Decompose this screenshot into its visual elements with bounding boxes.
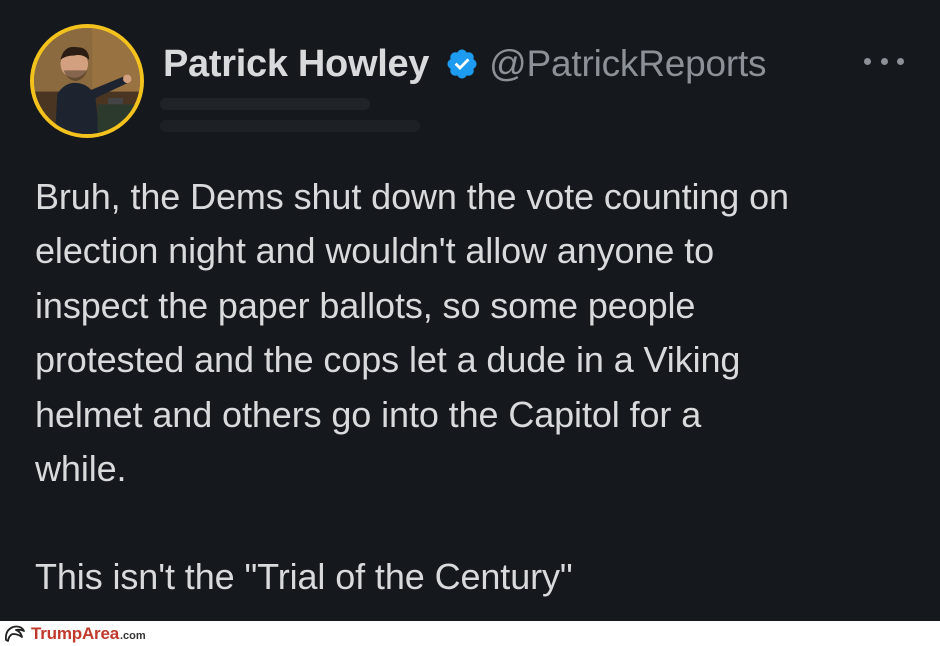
author-display-name[interactable]: Patrick Howley: [163, 43, 429, 86]
trump-hair-logo-icon: [4, 624, 26, 644]
tweet-body: Bruh, the Dems shut down the vote counti…: [35, 170, 925, 605]
author-name-row: Patrick Howley @PatrickReports: [163, 40, 767, 88]
author-handle[interactable]: @PatrickReports: [489, 43, 766, 85]
watermark-brand: TrumpArea: [31, 623, 119, 643]
avatar-photo: [34, 28, 140, 134]
author-avatar[interactable]: [30, 24, 144, 138]
more-dot: [864, 57, 871, 65]
more-horizontal-icon[interactable]: [864, 46, 904, 76]
blurred-artifact: [160, 98, 370, 110]
watermark: TrumpArea .com: [4, 623, 146, 644]
verified-badge-icon: [445, 47, 479, 81]
watermark-tld: .com: [119, 629, 146, 642]
tweet-paragraph: Bruh, the Dems shut down the vote counti…: [35, 176, 789, 490]
more-dot: [897, 57, 904, 65]
tweet-card: Patrick Howley @PatrickReports Bruh, the…: [0, 0, 940, 621]
tweet-paragraph: This isn't the "Trial of the Century": [35, 556, 573, 598]
more-dot: [880, 57, 888, 65]
watermark-bar: TrumpArea .com: [0, 621, 940, 646]
blurred-artifact: [160, 120, 420, 132]
